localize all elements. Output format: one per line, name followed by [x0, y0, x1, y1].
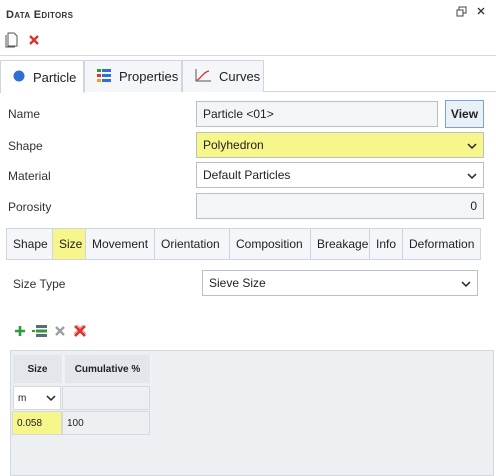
circle-icon [13, 70, 25, 85]
subtab-movement[interactable]: Movement [85, 228, 154, 260]
porosity-field[interactable]: 0 [196, 193, 484, 219]
shape-row: Shape Polyhedron [0, 132, 496, 160]
view-button[interactable]: View [445, 100, 484, 128]
subtab-info-label: Info [376, 237, 397, 251]
subtab-info[interactable]: Info [369, 228, 402, 260]
add-row-icon[interactable] [12, 323, 28, 339]
size-type-select[interactable]: Sieve Size [202, 270, 478, 296]
subtab-composition[interactable]: Composition [229, 228, 310, 260]
tab-properties[interactable]: Properties [84, 60, 182, 92]
tab-particle-label: Particle [33, 69, 77, 85]
particle-sub-tabs: Shape Size Movement Orientation Composit… [6, 228, 481, 260]
name-row: Name Particle <01> View [0, 100, 496, 128]
subtab-deformation-label: Deformation [409, 237, 475, 251]
tab-properties-label: Properties [119, 69, 179, 84]
tab-curves-label: Curves [219, 69, 261, 84]
grid-toolbar [12, 323, 88, 341]
size-type-value: Sieve Size [209, 276, 266, 290]
porosity-label: Porosity [8, 200, 52, 214]
grid-cell-cumulative[interactable]: 100 [62, 411, 150, 435]
chevron-down-icon [467, 170, 477, 180]
panel-title: Data Editors [6, 9, 74, 21]
editor-toolbar [0, 30, 496, 52]
size-grid: Size Cumulative % m 0.058 100 [10, 350, 494, 476]
properties-icon [97, 68, 111, 85]
name-field[interactable]: Particle <01> [196, 101, 438, 127]
insert-row-icon[interactable] [32, 323, 48, 339]
clear-rows-icon[interactable] [72, 323, 88, 339]
subtab-composition-label: Composition [236, 237, 303, 251]
subtab-breakage-label: Breakage [317, 237, 369, 251]
subtab-shape-label: Shape [13, 237, 48, 251]
subtab-movement-label: Movement [92, 237, 149, 251]
grid-cell-size[interactable]: 0.058 [12, 411, 62, 435]
porosity-row: Porosity 0 [0, 193, 496, 221]
grid-cell-cumulative-value: 100 [67, 417, 84, 429]
shape-label: Shape [8, 139, 43, 153]
chevron-down-icon [467, 140, 477, 150]
name-value: Particle <01> [203, 107, 274, 121]
curve-icon [195, 68, 211, 85]
material-select[interactable]: Default Particles [196, 162, 484, 188]
divider [0, 55, 496, 56]
subtab-deformation[interactable]: Deformation [402, 228, 481, 260]
size-type-row: Size Type Sieve Size [0, 270, 496, 298]
material-row: Material Default Particles [0, 162, 496, 190]
porosity-value: 0 [470, 199, 477, 213]
unit-value: m [18, 392, 27, 404]
main-tabs: Particle Properties Curves [0, 60, 496, 93]
panel-header: Data Editors [0, 0, 496, 28]
material-value: Default Particles [203, 168, 291, 182]
grid-cell-size-value: 0.058 [17, 417, 43, 429]
shape-value: Polyhedron [203, 138, 264, 152]
delete-icon[interactable] [26, 32, 42, 48]
chevron-down-icon [461, 278, 471, 288]
subtab-size-label: Size [59, 237, 83, 251]
tab-particle[interactable]: Particle [0, 60, 84, 93]
new-document-icon[interactable] [4, 32, 20, 48]
size-type-label: Size Type [13, 277, 66, 291]
close-icon[interactable] [476, 6, 486, 19]
subtab-orientation-label: Orientation [161, 237, 220, 251]
chevron-down-icon [46, 393, 56, 403]
grid-header-cumulative[interactable]: Cumulative % [65, 355, 151, 383]
unit-select[interactable]: m [13, 386, 61, 410]
subtab-breakage[interactable]: Breakage [310, 228, 369, 260]
name-label: Name [8, 107, 41, 121]
tab-curves[interactable]: Curves [182, 60, 264, 92]
grid-header-size[interactable]: Size [13, 355, 63, 383]
shape-select[interactable]: Polyhedron [196, 132, 484, 158]
subtab-shape[interactable]: Shape [6, 228, 52, 260]
restore-window-icon[interactable] [456, 6, 467, 20]
unit-cell-empty [62, 386, 150, 410]
remove-row-icon[interactable] [52, 323, 68, 339]
subtab-orientation[interactable]: Orientation [154, 228, 229, 260]
subtab-size[interactable]: Size [52, 228, 85, 260]
material-label: Material [8, 169, 51, 183]
